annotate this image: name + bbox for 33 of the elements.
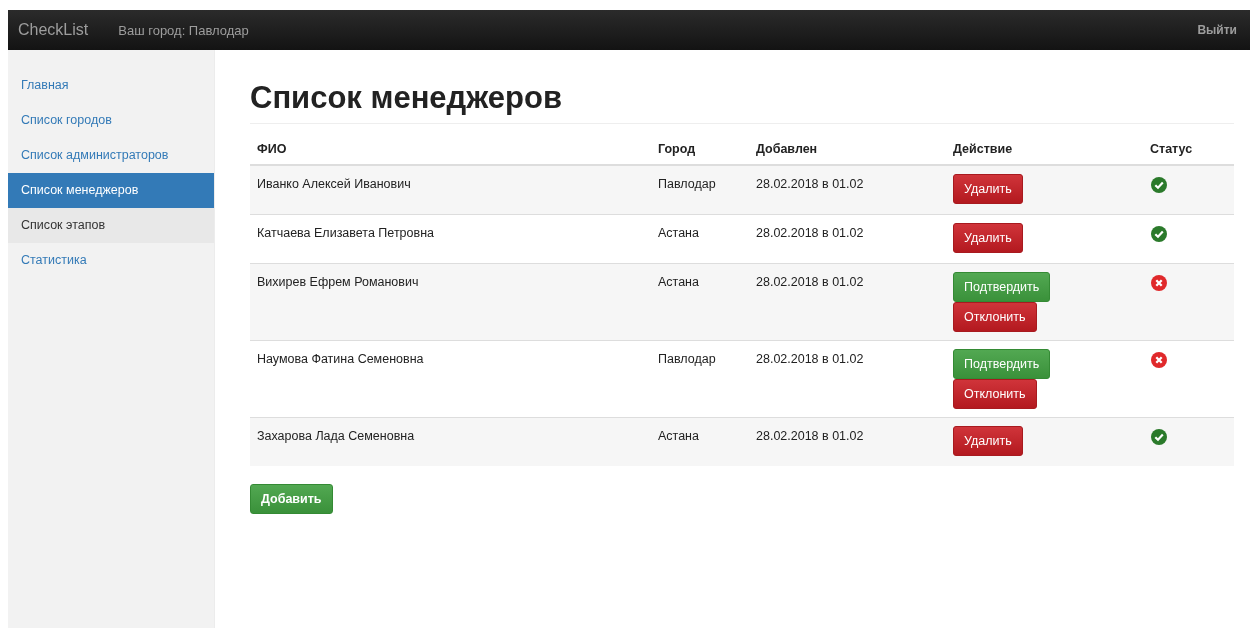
confirm-button[interactable]: Подтвердить [953, 272, 1051, 302]
reject-button[interactable]: Отклонить [953, 302, 1037, 332]
brand-link[interactable]: CheckList [18, 21, 89, 39]
table-cell: 28.02.2018 в 01.02 [756, 177, 864, 191]
table-cell: Наумова Фатина Семеновна [257, 352, 424, 366]
table-cell: 28.02.2018 в 01.02 [756, 275, 864, 289]
table-cell: Катчаева Елизавета Петровна [257, 226, 434, 240]
table-cell: Астана [658, 226, 699, 240]
table-cell: Астана [658, 429, 699, 443]
table-cell: 28.02.2018 в 01.02 [756, 429, 864, 443]
sidebar-item[interactable]: Список менеджеров [8, 173, 214, 208]
delete-button[interactable]: Удалить [953, 174, 1023, 204]
delete-button[interactable]: Удалить [953, 426, 1023, 456]
table-cell: Павлодар [658, 177, 716, 191]
sidebar-item[interactable]: Список городов [8, 103, 214, 138]
table-cell: Астана [658, 275, 699, 289]
table-cell: 28.02.2018 в 01.02 [756, 226, 864, 240]
page-title: Список менеджеров [250, 80, 1234, 124]
sidebar-item[interactable]: Список администраторов [8, 138, 214, 173]
table-cell: Павлодар [658, 352, 716, 366]
table-cell: Вихирев Ефрем Романович [257, 275, 419, 289]
sidebar-item[interactable]: Главная [8, 68, 214, 103]
logout-link[interactable]: Выйти [1197, 23, 1237, 37]
add-button[interactable]: Добавить [250, 484, 333, 514]
sidebar-item[interactable]: Статистика [8, 243, 214, 278]
sidebar-item[interactable]: Список этапов [8, 208, 214, 243]
table-cell: Иванко Алексей Иванович [257, 177, 411, 191]
confirm-button[interactable]: Подтвердить [953, 349, 1051, 379]
delete-button[interactable]: Удалить [953, 223, 1023, 253]
table-cell: Захарова Лада Семеновна [257, 429, 415, 443]
reject-button[interactable]: Отклонить [953, 379, 1037, 409]
city-label: Ваш город: Павлодар [118, 22, 249, 38]
table-cell: 28.02.2018 в 01.02 [756, 352, 864, 366]
